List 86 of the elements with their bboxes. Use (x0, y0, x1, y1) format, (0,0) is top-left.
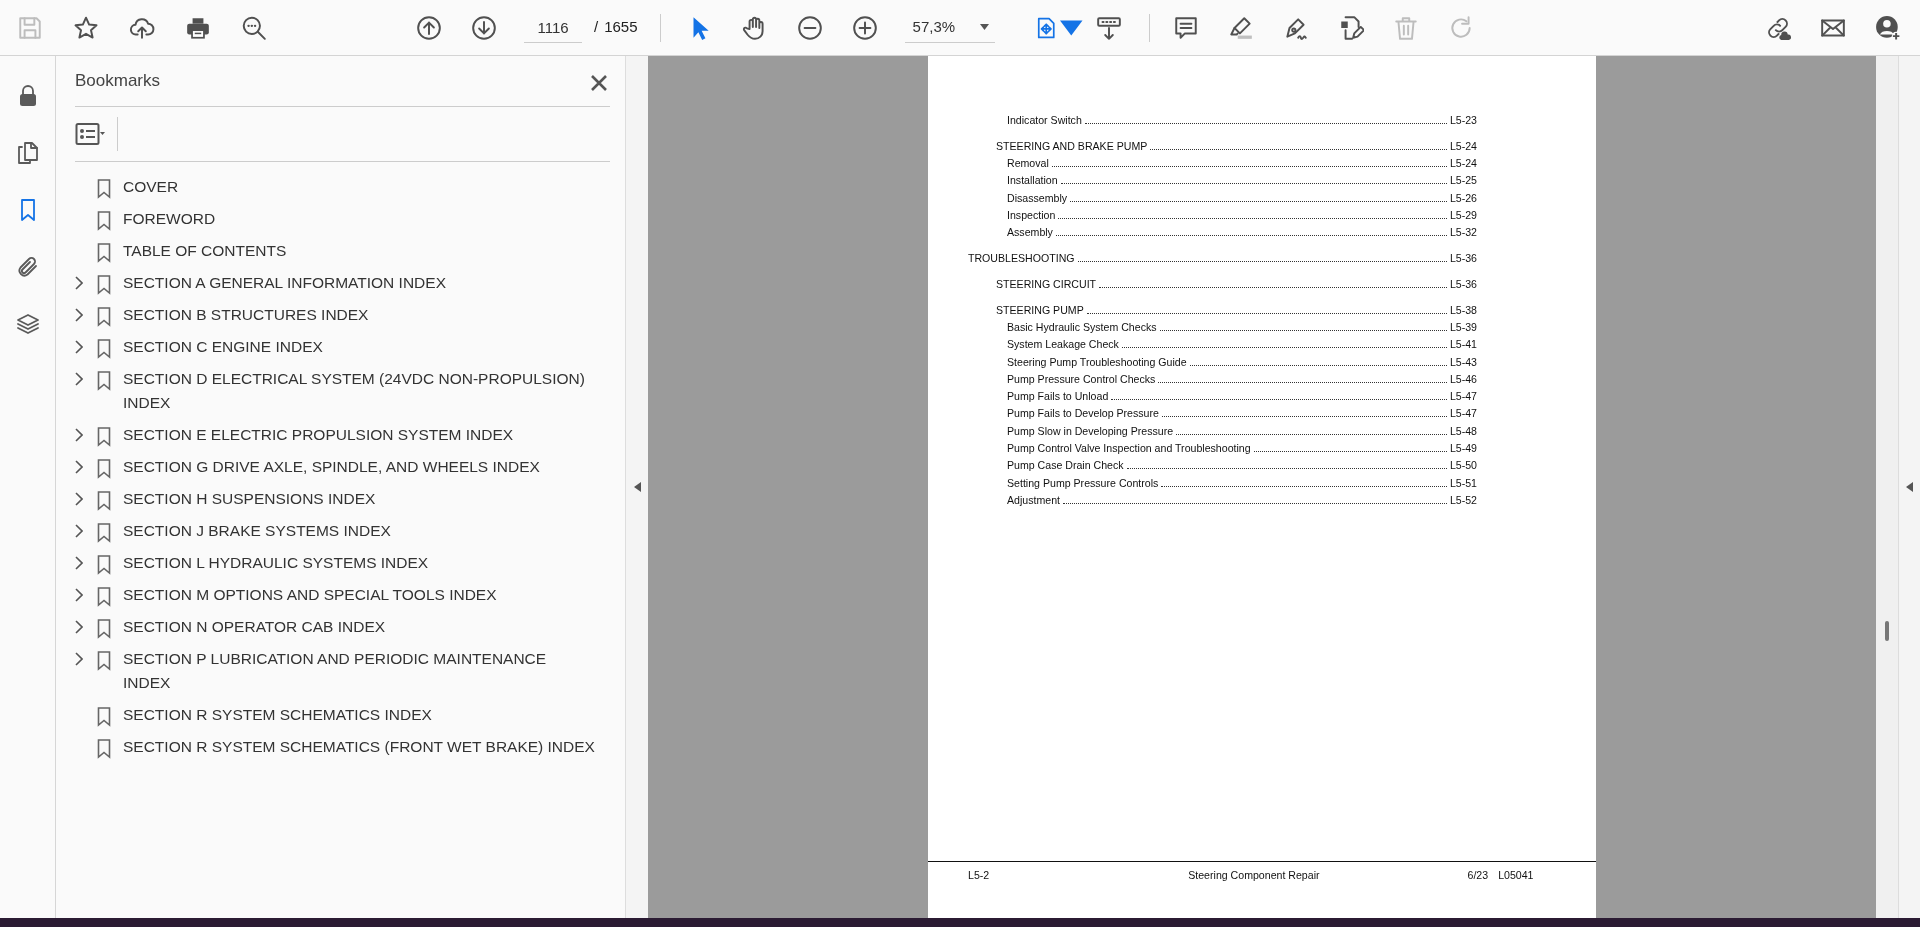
bookmark-item[interactable]: SECTION C ENGINE INDEX (123, 335, 323, 359)
scrollbar-handle[interactable] (1885, 621, 1889, 641)
toc-entry[interactable]: Removal (1007, 155, 1049, 173)
toc-entry[interactable]: Pump Control Valve Inspection and Troubleshooting (1007, 440, 1251, 458)
bookmark-item[interactable]: SECTION M OPTIONS AND SPECIAL TOOLS INDEX (123, 583, 497, 607)
bookmark-item[interactable]: SECTION B STRUCTURES INDEX (123, 303, 369, 327)
toc-entry[interactable]: TROUBLESHOOTING (968, 250, 1075, 268)
toc-page-number: L5-47 (1449, 406, 1477, 422)
bookmark-item[interactable]: SECTION N OPERATOR CAB INDEX (123, 615, 386, 639)
paperclip-icon (15, 255, 40, 279)
comment-icon (1172, 14, 1199, 41)
star-icon (73, 14, 99, 41)
toc-entry[interactable]: Installation (1007, 172, 1058, 190)
toc-page-number: L5-24 (1449, 156, 1477, 172)
add-user-icon (1875, 14, 1901, 41)
toc-page-number: L5-23 (1449, 113, 1477, 128)
zoom-dropdown[interactable]: 57,3% (904, 12, 995, 43)
toc-entry[interactable]: Pump Fails to Unload (1007, 388, 1109, 406)
caret-icon (979, 24, 989, 30)
scroll-mode-icon (1095, 14, 1122, 41)
toc-page-number: L5-49 (1449, 441, 1477, 457)
zoom-out-icon (796, 14, 823, 41)
toc-page-number: L5-25 (1449, 173, 1477, 189)
search-icon (241, 14, 267, 41)
toc-entry[interactable]: System Leakage Check (1007, 336, 1119, 354)
toc-page-number: L5-43 (1449, 354, 1477, 370)
bookmark-item[interactable]: SECTION R SYSTEM SCHEMATICS (FRONT WET BRAKE) INDEX (123, 735, 595, 759)
page-separator: / (594, 17, 599, 38)
toc-entry[interactable]: STEERING AND BRAKE PUMP (996, 137, 1148, 156)
toc-page-number: L5-29 (1449, 208, 1477, 223)
toc-page-number: L5-36 (1449, 276, 1477, 292)
bookmark-item[interactable]: SECTION J BRAKE SYSTEMS INDEX (123, 519, 391, 543)
bookmark-item[interactable]: SECTION R SYSTEM SCHEMATICS INDEX (123, 703, 432, 727)
toc-page-number: L5-46 (1449, 371, 1477, 387)
save-icon (17, 14, 43, 41)
toc-page-number: L5-36 (1449, 251, 1477, 267)
bookmark-item[interactable]: SECTION G DRIVE AXLE, SPINDLE, AND WHEELS INDEX (123, 455, 540, 479)
toc-entry[interactable]: Pump Slow in Developing Pressure (1007, 422, 1174, 441)
page-count: 1655 (604, 17, 638, 38)
toc-entry[interactable]: STEERING PUMP (996, 301, 1084, 319)
bookmark-item[interactable]: SECTION E ELECTRIC PROPULSION SYSTEM INDEX (123, 423, 514, 447)
toc-entry[interactable]: Indicator Switch (1007, 112, 1082, 130)
toc-entry[interactable]: Pump Fails to Develop Pressure (1007, 405, 1159, 423)
bookmark-item[interactable]: SECTION A GENERAL INFORMATION INDEX (123, 271, 446, 295)
toc-entry[interactable]: Assembly (1007, 224, 1053, 242)
toc-page-number: L5-41 (1449, 337, 1477, 353)
bookmark-item[interactable]: SECTION P LUBRICATION AND PERIODIC MAINTENANCE INDEX (123, 647, 598, 695)
footer-title: Steering Component Repair (1188, 868, 1320, 883)
toc-page-number: L5-32 (1449, 225, 1477, 241)
toc-entry[interactable]: Adjustment (1007, 491, 1060, 510)
toc-page-number: L5-51 (1449, 475, 1477, 491)
toc-entry[interactable]: Basic Hydraulic System Checks (1007, 318, 1157, 337)
bookmark-item[interactable]: SECTION L HYDRAULIC SYSTEMS INDEX (123, 551, 429, 575)
toc-page-number: L5-52 (1449, 492, 1477, 508)
footer-date: 6/23 (1467, 868, 1489, 883)
bookmark-item[interactable]: SECTION H SUSPENSIONS INDEX (123, 487, 376, 511)
zoom-in-icon (851, 14, 878, 41)
toc-page-number: L5-50 (1449, 458, 1477, 474)
collapse-arrow-icon[interactable] (633, 482, 641, 492)
trash-icon (1392, 14, 1419, 41)
layers-icon (15, 312, 40, 336)
footer-page-number: L5-2 (968, 868, 990, 883)
bookmark-item[interactable]: FOREWORD (123, 207, 216, 231)
toc-page-number: L5-26 (1449, 190, 1477, 206)
pages-icon (15, 141, 40, 165)
toc-page-number: L5-48 (1449, 423, 1477, 439)
highlighter-icon (1227, 14, 1254, 41)
toc-entry[interactable]: Pump Pressure Control Checks (1007, 370, 1156, 389)
options-menu-button[interactable] (75, 117, 118, 151)
toc-entry[interactable]: Pump Case Drain Check (1007, 457, 1124, 475)
toc-entry[interactable]: Steering Pump Troubleshooting Guide (1007, 353, 1187, 371)
panel-title: Bookmarks (75, 70, 161, 93)
bookmark-item[interactable]: SECTION D ELECTRICAL SYSTEM (24VDC NON-PROPULSION) INDEX (123, 367, 598, 415)
toc-entry[interactable]: Disassembly (1007, 189, 1068, 207)
toc-page-number: L5-47 (1449, 389, 1477, 405)
toc-page-number: L5-24 (1449, 138, 1477, 154)
page-number-field[interactable]: 1116 (524, 12, 582, 43)
toc-page-number: L5-39 (1449, 319, 1477, 335)
toc-entry[interactable]: Setting Pump Pressure Controls (1007, 474, 1159, 492)
bookmark-item[interactable]: COVER (123, 175, 179, 199)
bookmark-item[interactable]: TABLE OF CONTENTS (123, 239, 287, 263)
toc-page-number: L5-38 (1449, 302, 1477, 318)
footer-code: L05041 (1498, 868, 1534, 883)
expand-arrow-icon[interactable] (1906, 482, 1913, 492)
toc-entry[interactable]: Inspection (1007, 207, 1056, 225)
toc-entry[interactable]: STEERING CIRCUIT (996, 275, 1097, 294)
